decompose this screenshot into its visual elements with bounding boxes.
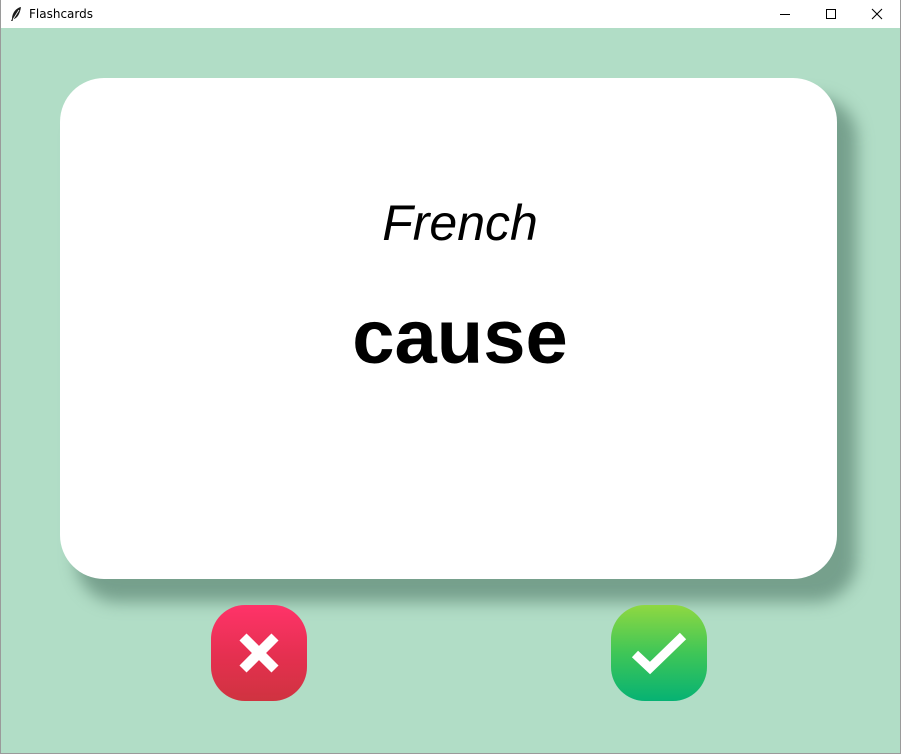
cross-icon (239, 633, 279, 673)
feather-icon (1, 0, 31, 28)
app-window: Flashcards French cause (0, 0, 901, 754)
maximize-button[interactable] (808, 0, 854, 28)
minimize-icon (780, 14, 790, 15)
maximize-icon (826, 9, 836, 19)
close-button[interactable] (854, 0, 900, 28)
minimize-button[interactable] (762, 0, 808, 28)
check-icon (631, 632, 687, 675)
right-button[interactable] (611, 605, 707, 701)
wrong-button[interactable] (211, 605, 307, 701)
window-controls (762, 0, 900, 28)
close-icon (871, 8, 883, 20)
card-language: French (382, 195, 538, 251)
flashcard-area: French cause (1, 28, 900, 753)
card-word: cause (352, 295, 568, 380)
window-title: Flashcards (29, 7, 93, 21)
title-bar[interactable]: Flashcards (1, 0, 900, 28)
